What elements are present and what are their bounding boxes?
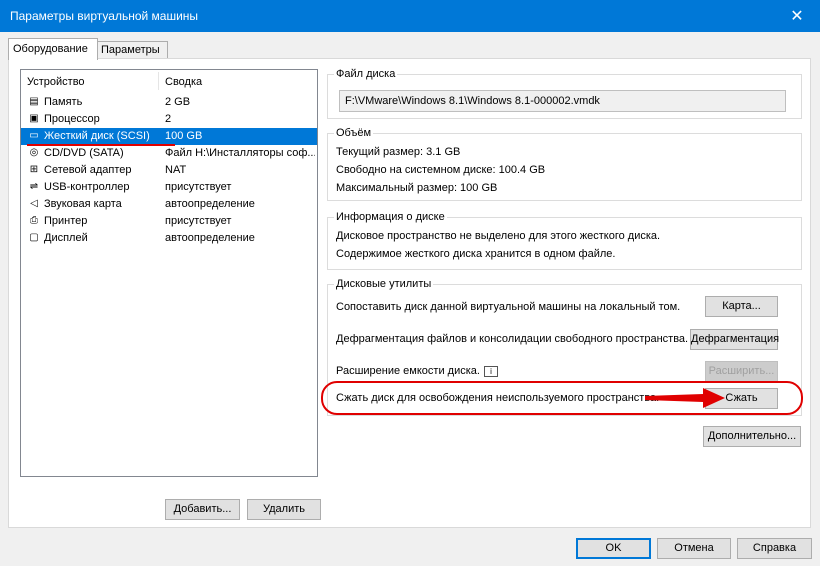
disk-info-line-2: Содержимое жесткого диска хранится в одн…: [336, 248, 616, 260]
device-name: Звуковая карта: [44, 198, 122, 210]
defrag-text: Дефрагментация файлов и консолидации сво…: [336, 333, 689, 345]
cancel-button[interactable]: Отмена: [657, 538, 731, 559]
printer-icon: ⎙: [30, 215, 38, 226]
column-summary[interactable]: Сводка: [165, 76, 202, 88]
disk-info-line-1: Дисковое пространство не выделено для эт…: [336, 230, 661, 242]
device-row-sound[interactable]: ◁ Звуковая карта автоопределение: [21, 196, 317, 213]
device-name: CD/DVD (SATA): [44, 147, 124, 159]
device-summary: автоопределение: [165, 198, 255, 210]
column-device[interactable]: Устройство: [27, 76, 85, 88]
expand-button[interactable]: Расширить...: [705, 361, 778, 382]
sound-icon: ◁: [30, 198, 38, 209]
current-size-text: Текущий размер: 3.1 GB: [336, 146, 461, 158]
tab-hardware[interactable]: Оборудование: [8, 38, 98, 60]
usb-icon: ⇌: [29, 181, 39, 192]
capacity-legend: Объём: [334, 127, 374, 139]
device-row-harddisk[interactable]: ▭ Жесткий диск (SCSI) 100 GB: [21, 128, 317, 145]
title-bar: Параметры виртуальной машины ✕: [0, 0, 820, 32]
capacity-group: Объём Текущий размер: 3.1 GB Свободно на…: [327, 127, 802, 201]
device-row-memory[interactable]: ▤ Память 2 GB: [21, 94, 317, 111]
device-summary: присутствует: [165, 181, 232, 193]
annotation-underline-harddisk: [27, 144, 175, 146]
device-name: Процессор: [44, 113, 100, 125]
map-disk-text: Сопоставить диск данной виртуальной маши…: [336, 301, 681, 313]
disk-path-field[interactable]: F:\VMware\Windows 8.1\Windows 8.1-000002…: [339, 90, 786, 112]
info-icon[interactable]: i: [483, 365, 498, 377]
disk-utilities-legend: Дисковые утилиты: [334, 278, 434, 290]
device-summary: 100 GB: [165, 130, 203, 142]
device-row-network[interactable]: ⊞ Сетевой адаптер NAT: [21, 162, 317, 179]
device-name: Сетевой адаптер: [44, 164, 132, 176]
device-row-printer[interactable]: ⎙ Принтер присутствует: [21, 213, 317, 230]
device-row-display[interactable]: ▢ Дисплей автоопределение: [21, 230, 317, 247]
map-button[interactable]: Карта...: [705, 296, 778, 317]
device-name: Жесткий диск (SCSI): [44, 130, 150, 142]
device-summary: присутствует: [165, 215, 232, 227]
annotation-arrow-icon: [645, 388, 725, 408]
processor-icon: ▣: [29, 113, 39, 124]
advanced-button[interactable]: Дополнительно...: [703, 426, 801, 447]
close-icon[interactable]: ✕: [774, 0, 820, 32]
free-space-text: Свободно на системном диске: 100.4 GB: [336, 164, 546, 176]
expand-text: Расширение емкости диска. i: [336, 365, 498, 377]
expand-text-label: Расширение емкости диска.: [336, 365, 480, 377]
device-name: Принтер: [44, 215, 88, 227]
display-icon: ▢: [29, 232, 39, 243]
hardware-panel: Устройство Сводка ▤ Память 2 GB ▣ Процес…: [8, 58, 811, 528]
harddisk-icon: ▭: [29, 130, 39, 141]
add-device-button[interactable]: Добавить...: [165, 499, 240, 520]
defragment-button[interactable]: Дефрагментация: [690, 329, 779, 350]
max-size-text: Максимальный размер: 100 GB: [336, 182, 498, 194]
disk-file-legend: Файл диска: [334, 68, 398, 80]
window-title: Параметры виртуальной машины: [10, 9, 199, 23]
disk-info-group: Информация о диске Дисковое пространство…: [327, 211, 802, 270]
annotation-highlight-oval: [321, 381, 803, 415]
device-row-usb[interactable]: ⇌ USB-контроллер присутствует: [21, 179, 317, 196]
device-list[interactable]: Устройство Сводка ▤ Память 2 GB ▣ Процес…: [20, 69, 318, 477]
device-summary: Файл H:\Инсталляторы соф...: [165, 147, 315, 159]
device-row-processor[interactable]: ▣ Процессор 2: [21, 111, 317, 128]
ok-button[interactable]: OK: [576, 538, 651, 559]
device-summary: NAT: [165, 164, 187, 176]
device-name: USB-контроллер: [44, 181, 130, 193]
cd-dvd-icon: ◎: [29, 147, 39, 158]
device-summary: автоопределение: [165, 232, 255, 244]
column-separator: [158, 72, 159, 90]
device-summary: 2: [165, 113, 172, 125]
device-row-cd-dvd[interactable]: ◎ CD/DVD (SATA) Файл H:\Инсталляторы соф…: [21, 145, 317, 162]
device-name: Дисплей: [44, 232, 88, 244]
disk-info-legend: Информация о диске: [334, 211, 447, 223]
device-list-header: Устройство Сводка: [21, 70, 317, 92]
help-button[interactable]: Справка: [737, 538, 812, 559]
remove-device-button[interactable]: Удалить: [247, 499, 321, 520]
network-icon: ⊞: [29, 164, 39, 175]
memory-icon: ▤: [29, 96, 39, 107]
device-summary: 2 GB: [165, 96, 191, 108]
disk-file-group: Файл диска F:\VMware\Windows 8.1\Windows…: [327, 68, 802, 119]
device-name: Память: [44, 96, 83, 108]
